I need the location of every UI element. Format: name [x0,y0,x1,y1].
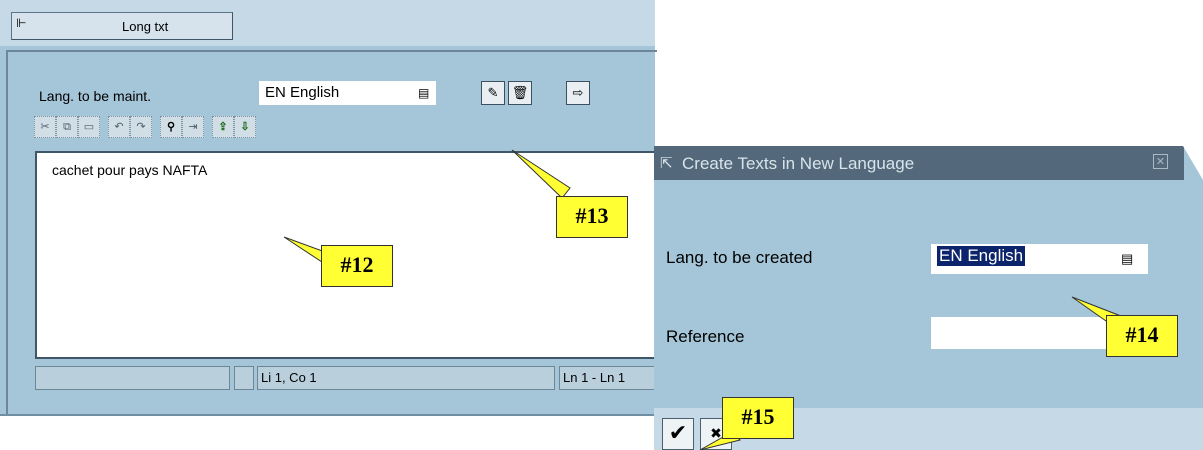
callout-14: #14 [1106,315,1178,357]
callout-12: #12 [321,245,393,287]
callout-15: #15 [722,397,794,439]
callout-13: #13 [556,196,628,238]
